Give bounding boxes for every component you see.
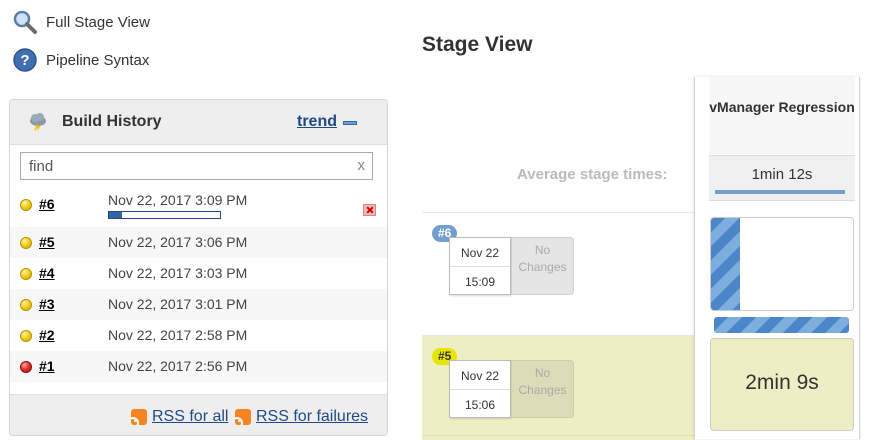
status-ball-icon xyxy=(20,330,32,342)
stage-header: vManager Regression xyxy=(709,77,855,154)
run-row: #5 Nov 22 15:06 No Changes xyxy=(422,335,695,436)
stage-progress-bar xyxy=(714,317,849,333)
svg-text:?: ? xyxy=(20,52,29,69)
run-date: Nov 22 xyxy=(450,238,510,267)
rss-all-link[interactable]: RSS for all xyxy=(131,408,228,426)
build-row: #6 Nov 22, 2017 3:09 PM xyxy=(10,189,387,220)
stage-cell-running[interactable] xyxy=(710,217,854,311)
status-ball-icon xyxy=(20,237,32,249)
build-date-link[interactable]: Nov 22, 2017 3:09 PM xyxy=(108,192,247,208)
build-date-link[interactable]: Nov 22, 2017 2:56 PM xyxy=(108,358,247,374)
rss-icon xyxy=(131,409,147,425)
run-date-card[interactable]: Nov 22 15:06 xyxy=(449,360,511,418)
build-row: #5 Nov 22, 2017 3:06 PM xyxy=(10,227,387,258)
clear-search-icon[interactable]: x xyxy=(358,157,366,174)
stop-build-icon[interactable] xyxy=(363,204,376,216)
average-stage-times-label: Average stage times: xyxy=(517,166,668,183)
build-number-link[interactable]: #1 xyxy=(39,358,55,374)
stage-average-bar xyxy=(715,190,845,194)
run-time: 15:06 xyxy=(464,398,496,412)
run-date-card[interactable]: Nov 22 15:09 xyxy=(449,237,511,295)
stage-cell-unstable[interactable]: 2min 9s xyxy=(710,338,854,431)
status-ball-icon xyxy=(20,268,32,280)
stage-average: 1min 12s xyxy=(709,155,855,201)
stage-view-title: Stage View xyxy=(422,33,533,56)
build-row: #1 Nov 22, 2017 2:56 PM xyxy=(10,351,387,382)
build-history-footer: RSS for all RSS for failures xyxy=(10,394,387,435)
pipeline-syntax-link[interactable]: ? Pipeline Syntax xyxy=(12,47,149,73)
build-date-link[interactable]: Nov 22, 2017 3:01 PM xyxy=(108,296,247,312)
run-date: Nov 22 xyxy=(450,361,510,390)
build-date-link[interactable]: Nov 22, 2017 2:58 PM xyxy=(108,327,247,343)
rss-all-label: RSS for all xyxy=(152,408,229,425)
running-stripe xyxy=(711,218,740,310)
rss-failures-label: RSS for failures xyxy=(256,408,369,425)
build-search-input[interactable] xyxy=(21,153,349,179)
trend-link[interactable]: trend xyxy=(297,113,337,131)
status-ball-icon xyxy=(20,299,32,311)
build-number-link[interactable]: #6 xyxy=(39,196,55,212)
pipeline-syntax-label: Pipeline Syntax xyxy=(46,51,150,69)
build-history-panel: Build History trend x #6 Nov 22, 2017 3:… xyxy=(9,99,388,436)
status-ball-icon xyxy=(20,361,32,373)
magnifier-icon xyxy=(12,9,38,35)
full-stage-view-label: Full Stage View xyxy=(46,13,150,31)
build-number-link[interactable]: #5 xyxy=(39,234,55,250)
build-progress-bar[interactable] xyxy=(108,211,221,219)
run-changes[interactable]: No Changes xyxy=(511,360,574,418)
run-row xyxy=(422,435,695,440)
stage-column: vManager Regression 1min 12s 2min 9s xyxy=(694,77,860,439)
rss-failures-link[interactable]: RSS for failures xyxy=(235,408,368,426)
trend-icon[interactable] xyxy=(343,121,357,125)
run-changes[interactable]: No Changes xyxy=(511,237,574,295)
build-number-link[interactable]: #4 xyxy=(39,265,55,281)
weather-cloud-icon xyxy=(27,111,49,133)
build-number-link[interactable]: #3 xyxy=(39,296,55,312)
build-history-header: Build History trend xyxy=(10,100,387,145)
status-ball-icon xyxy=(20,199,32,211)
build-progress-fill xyxy=(109,212,123,218)
run-row: #6 Nov 22 15:09 No Changes xyxy=(422,212,695,336)
run-time: 15:09 xyxy=(464,275,496,289)
build-date-link[interactable]: Nov 22, 2017 3:06 PM xyxy=(108,234,247,250)
build-row: #3 Nov 22, 2017 3:01 PM xyxy=(10,289,387,320)
help-icon: ? xyxy=(12,47,38,73)
stage-average-time: 1min 12s xyxy=(751,166,813,183)
build-history-title: Build History xyxy=(62,113,162,130)
build-row: #4 Nov 22, 2017 3:03 PM xyxy=(10,258,387,289)
build-date-link[interactable]: Nov 22, 2017 3:03 PM xyxy=(108,265,247,281)
rss-icon xyxy=(235,409,251,425)
full-stage-view-link[interactable]: Full Stage View xyxy=(12,9,150,35)
build-row: #2 Nov 22, 2017 2:58 PM xyxy=(10,320,387,351)
build-number-link[interactable]: #2 xyxy=(39,327,55,343)
build-search-box: x xyxy=(20,152,373,180)
